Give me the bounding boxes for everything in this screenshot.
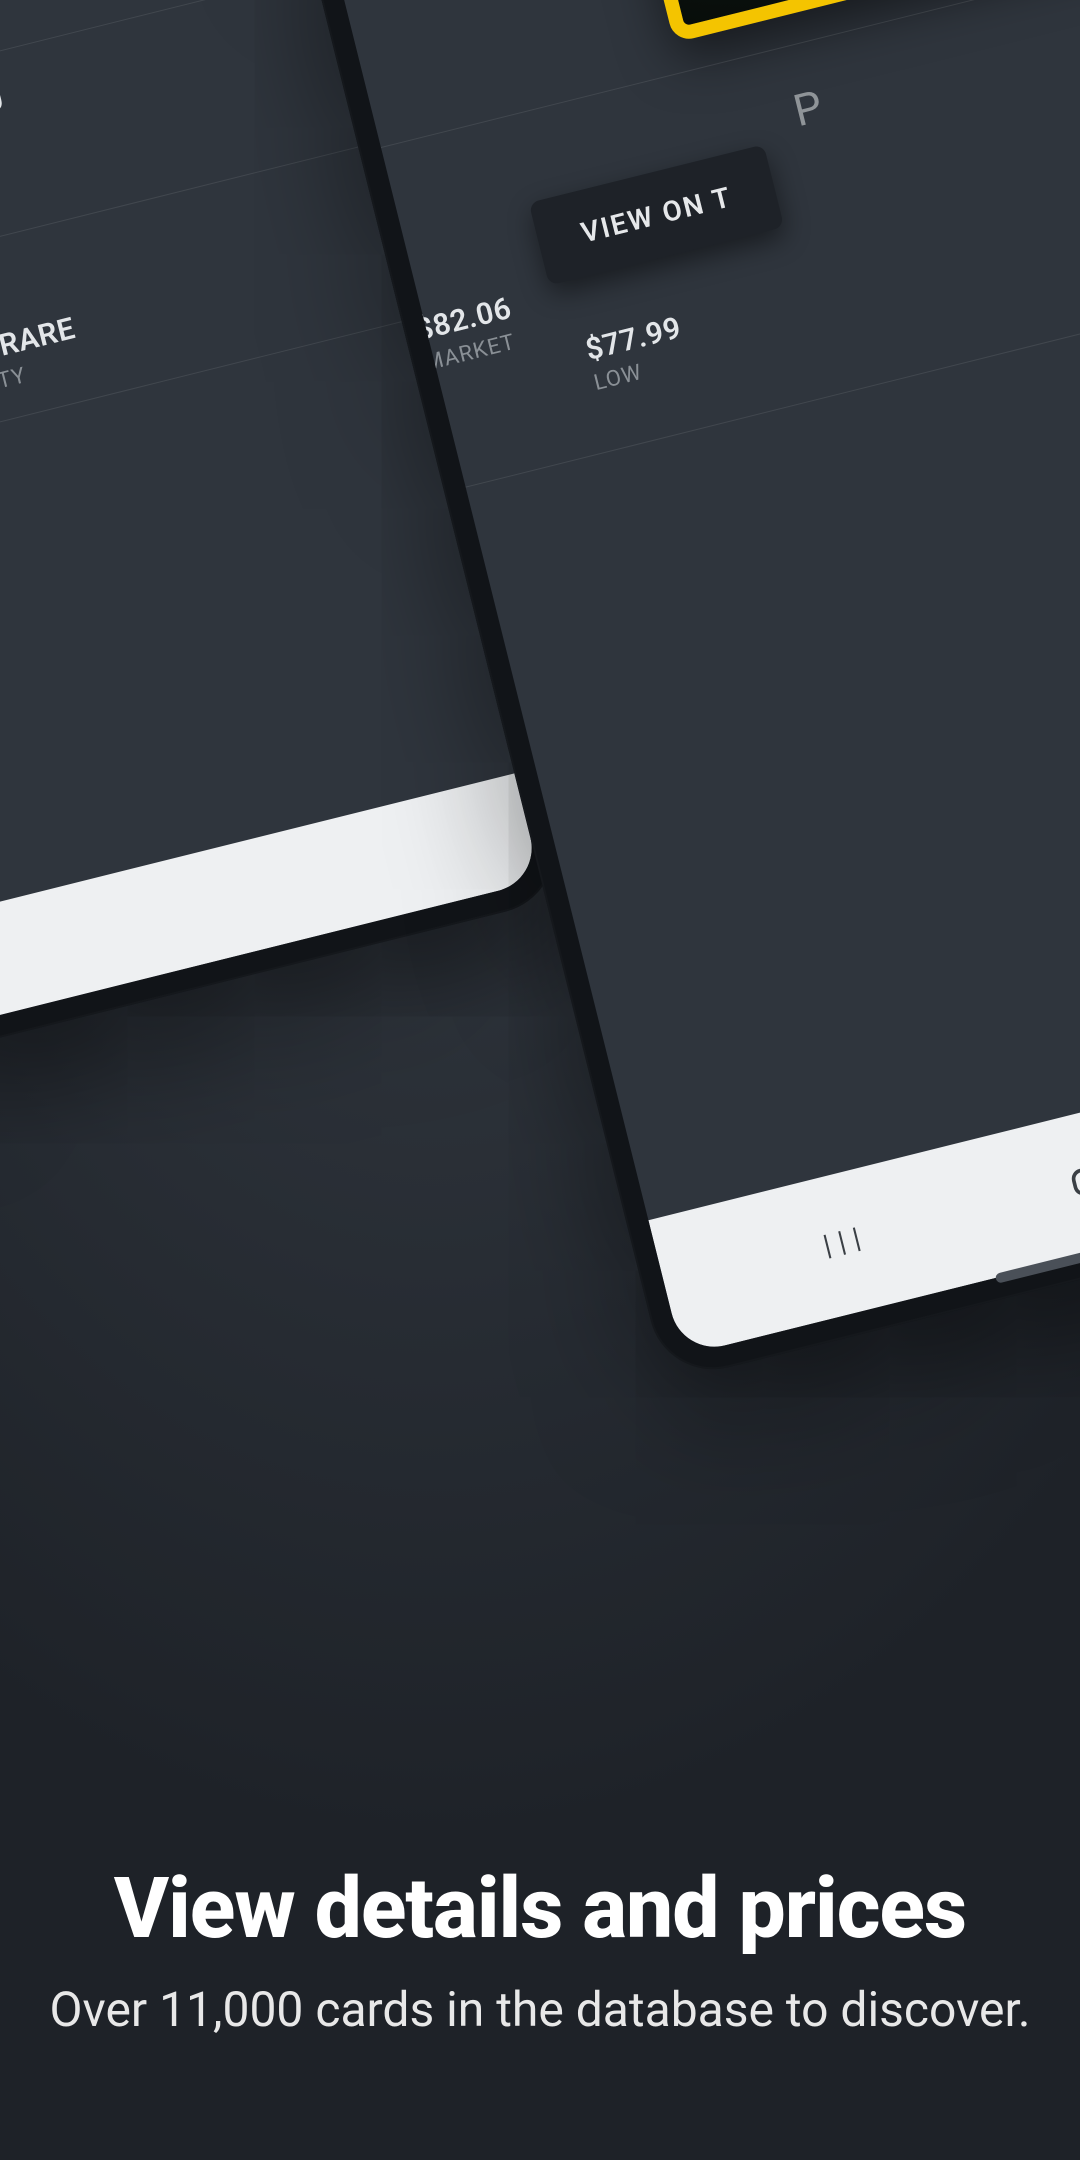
marketing-copy: View details and prices Over 11,000 card…: [0, 1866, 1080, 2040]
prices-heading: P: [788, 80, 828, 137]
hp-label: HP: [0, 119, 14, 156]
marketing-headline: View details and prices: [40, 1866, 1040, 1952]
view-on-button[interactable]: VIEW ON T: [529, 144, 785, 285]
home-icon[interactable]: [1061, 1157, 1080, 1209]
marketing-sub: Over 11,000 cards in the database to dis…: [40, 1980, 1040, 2040]
trading-card-image: weakness: [520, 0, 1080, 43]
recents-icon[interactable]: III: [818, 1218, 872, 1268]
